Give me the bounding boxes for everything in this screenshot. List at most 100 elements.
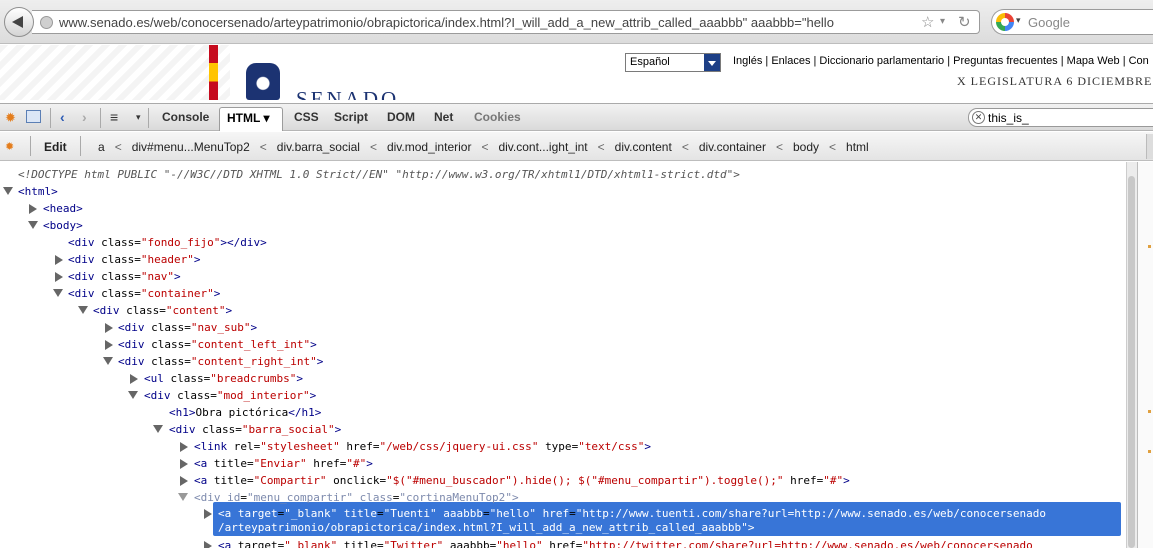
firebug-search[interactable]: ✕ this_is_ [968, 108, 1153, 127]
breadcrumb-scroll[interactable] [1146, 134, 1153, 159]
toolbar-divider [148, 108, 149, 128]
tree-node-div-header[interactable]: <div class="header"> [0, 251, 1126, 268]
menu-icon[interactable]: ≡ [110, 109, 118, 125]
expand-icon[interactable] [55, 255, 63, 265]
breadcrumb-item[interactable]: div#menu...MenuTop2 [132, 140, 250, 154]
tree-node-link-stylesheet[interactable]: <link rel="stylesheet" href="/web/css/jq… [0, 438, 1126, 455]
breadcrumb-item[interactable]: div.barra_social [277, 140, 360, 154]
language-select-value: Español [630, 56, 670, 68]
expand-icon[interactable] [55, 272, 63, 282]
tree-node-body[interactable]: <body> [0, 217, 1126, 234]
url-bar[interactable]: www.senado.es/web/conocersenado/arteypat… [32, 10, 980, 34]
tree-node-a-twitter[interactable]: <a target="_blank" title="Twitter" aaabb… [0, 537, 1126, 548]
reload-icon[interactable]: ↻ [958, 13, 971, 31]
nav-forward-icon[interactable]: › [82, 109, 87, 125]
legislatura-text: X LEGISLATURA 6 DICIEMBRE [957, 74, 1153, 88]
tree-node-div-fondo-fijo[interactable]: <div class="fondo_fijo"></div> [0, 234, 1126, 251]
nav-back-icon[interactable]: ‹ [60, 109, 65, 125]
google-icon [996, 13, 1014, 31]
tab-console[interactable]: Console [162, 110, 209, 124]
dropdown-arrow-icon[interactable]: ▾ [940, 16, 945, 27]
scrollbar-thumb[interactable] [1128, 176, 1135, 548]
breadcrumb-item[interactable]: div.cont...ight_int [498, 140, 587, 154]
tree-node-html[interactable]: <html> [0, 183, 1126, 200]
expand-icon[interactable] [29, 204, 37, 214]
web-page: SENADO Español Inglés | Enlaces | Diccio… [0, 45, 1153, 100]
firebug-toolbar: ✹ ‹ › ≡ ▾ Console HTML ▾ CSS Script DOM … [0, 103, 1153, 131]
collapse-icon[interactable] [103, 357, 113, 365]
breadcrumb-item[interactable]: div.mod_interior [387, 140, 471, 154]
tree-node-ul-breadcrumbs[interactable]: <ul class="breadcrumbs"> [0, 370, 1126, 387]
screenshot-root: www.senado.es/web/conocersenado/arteypat… [0, 0, 1153, 548]
side-panel-marker [1148, 450, 1151, 453]
collapse-icon[interactable] [3, 187, 13, 195]
expand-icon[interactable] [180, 459, 188, 469]
expand-icon[interactable] [180, 442, 188, 452]
expand-icon[interactable] [130, 374, 138, 384]
inspect-icon[interactable] [26, 110, 41, 123]
breadcrumb-item[interactable]: div.content [615, 140, 672, 154]
clear-search-icon[interactable]: ✕ [972, 111, 985, 124]
breadcrumb-bug-icon[interactable]: ✹ [5, 140, 14, 153]
back-button[interactable] [4, 7, 34, 37]
collapse-icon[interactable] [178, 493, 188, 501]
tree-node-div-content-left-int[interactable]: <div class="content_left_int"> [0, 336, 1126, 353]
collapse-icon[interactable] [28, 221, 38, 229]
tab-dom[interactable]: DOM [387, 110, 415, 124]
search-box[interactable]: ▾ Google [991, 9, 1153, 35]
expand-icon[interactable] [105, 340, 113, 350]
search-input[interactable]: Google [1028, 15, 1070, 30]
tree-node-a-enviar[interactable]: <a title="Enviar" href="#"> [0, 455, 1126, 472]
chevron-down-icon[interactable] [704, 54, 720, 71]
tab-css[interactable]: CSS [294, 110, 319, 124]
breadcrumb-item[interactable]: a [98, 140, 105, 154]
collapse-icon[interactable] [153, 425, 163, 433]
language-select[interactable]: Español [625, 53, 721, 72]
senado-logo[interactable]: SENADO [296, 87, 399, 100]
tab-html[interactable]: HTML ▾ [219, 107, 283, 131]
tab-script[interactable]: Script [334, 110, 368, 124]
expand-icon[interactable] [180, 476, 188, 486]
tree-node-div-nav[interactable]: <div class="nav"> [0, 268, 1126, 285]
breadcrumb-item[interactable]: html [846, 140, 869, 154]
tree-node-a-tuenti-wrap[interactable]: /arteypatrimonio/obrapictorica/index.htm… [0, 519, 1126, 536]
breadcrumb-bar: ✹ Edit a < div#menu...MenuTop2 < div.barra_s… [0, 132, 1153, 161]
browser-toolbar: www.senado.es/web/conocersenado/arteypat… [0, 0, 1153, 44]
menu-dropdown-icon[interactable]: ▾ [136, 112, 141, 123]
spain-flag-icon [209, 45, 218, 100]
tree-node-div-content-right-int[interactable]: <div class="content_right_int"> [0, 353, 1126, 370]
doctype-line: <!DOCTYPE html PUBLIC "-//W3C//DTD XHTML… [18, 168, 740, 181]
breadcrumb-item[interactable]: div.container [699, 140, 766, 154]
tree-node-div-container[interactable]: <div class="container"> [0, 285, 1126, 302]
tree-node-h1[interactable]: <h1>Obra pictórica</h1> [0, 404, 1126, 421]
url-text[interactable]: www.senado.es/web/conocersenado/arteypat… [59, 15, 834, 30]
tree-node-div-content[interactable]: <div class="content"> [0, 302, 1126, 319]
tree-node-div-nav-sub[interactable]: <div class="nav_sub"> [0, 319, 1126, 336]
top-links[interactable]: Inglés | Enlaces | Diccionario parlament… [733, 55, 1149, 67]
expand-icon[interactable] [204, 541, 212, 548]
expand-icon[interactable] [105, 323, 113, 333]
search-engine-dropdown-icon[interactable]: ▾ [1016, 15, 1021, 26]
firebug-icon[interactable]: ✹ [5, 110, 16, 126]
breadcrumb: a < div#menu...MenuTop2 < div.barra_social < d… [98, 140, 869, 154]
collapse-icon[interactable] [53, 289, 63, 297]
toolbar-divider [100, 108, 101, 128]
tab-cookies[interactable]: Cookies [474, 110, 521, 124]
firebug-search-input[interactable]: this_is_ [988, 111, 1029, 125]
edit-button[interactable]: Edit [44, 140, 67, 154]
expand-icon[interactable] [204, 509, 212, 519]
tab-net[interactable]: Net [434, 110, 453, 124]
collapse-icon[interactable] [78, 306, 88, 314]
tree-node-div-barra-social[interactable]: <div class="barra_social"> [0, 421, 1126, 438]
breadcrumb-item[interactable]: body [793, 140, 819, 154]
senado-crest-icon [246, 63, 280, 100]
toolbar-divider [80, 136, 81, 156]
tree-node-div-mod-interior[interactable]: <div class="mod_interior"> [0, 387, 1126, 404]
side-panel-marker [1148, 245, 1151, 248]
collapse-icon[interactable] [128, 391, 138, 399]
page-background [0, 45, 230, 100]
tree-node-a-compartir[interactable]: <a title="Compartir" onclick="$("#menu_b… [0, 472, 1126, 489]
tree-node-head[interactable]: <head> [0, 200, 1126, 217]
star-icon[interactable]: ☆ [921, 13, 934, 31]
tree-node-div-menu-compartir[interactable]: <div id="menu_compartir" class="cortinaM… [0, 489, 1126, 506]
